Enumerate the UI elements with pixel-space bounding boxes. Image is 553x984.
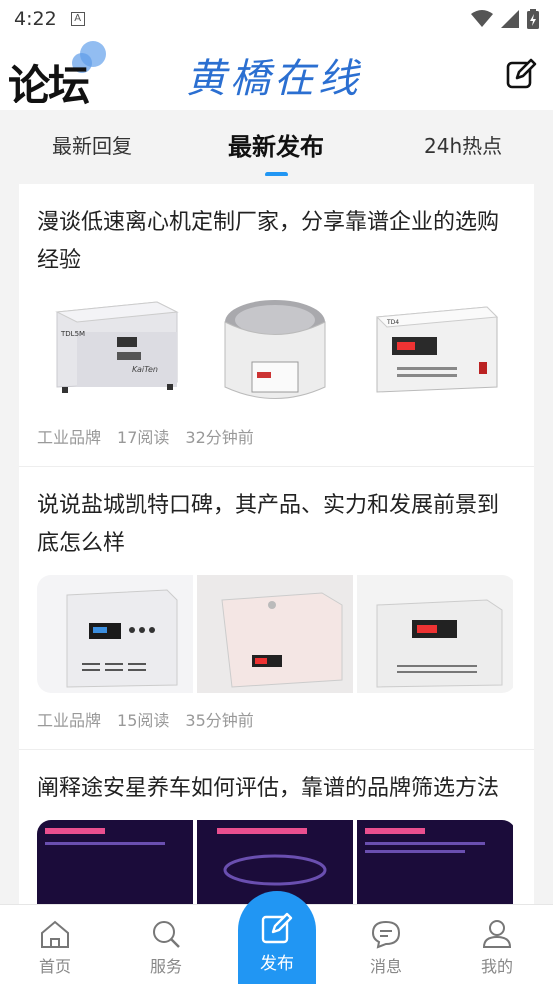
post-meta: 工业品牌 15阅读 35分钟前	[37, 707, 516, 731]
tab-latest-reply[interactable]: 最新回复	[52, 130, 132, 159]
tab-strip: 最新回复 最新发布 24h热点	[0, 110, 553, 176]
post-card[interactable]: 说说盐城凯特口碑，其产品、实力和发展前景到底怎么样 工业品牌 15阅读 35分钟…	[19, 467, 534, 750]
status-time: 4:22	[14, 8, 57, 30]
post-image[interactable]	[357, 820, 513, 904]
post-image[interactable]	[197, 575, 353, 693]
tab-24h-hot[interactable]: 24h热点	[424, 130, 502, 159]
tab-home[interactable]: 首页	[20, 919, 90, 977]
image-label: KaiTen	[132, 365, 158, 374]
post-category[interactable]: 工业品牌	[37, 424, 101, 448]
signal-icon	[501, 10, 519, 28]
image-label: TDL5M	[60, 330, 85, 338]
post-images: TDL5M KaiTen TD4	[37, 292, 516, 410]
post-reads: 15阅读	[117, 711, 170, 730]
post-time: 32分钟前	[185, 428, 254, 447]
search-icon	[153, 921, 180, 948]
tab-latest-post[interactable]: 最新发布	[228, 127, 324, 162]
post-title[interactable]: 漫谈低速离心机定制厂家，分享靠谱企业的选购经验	[37, 204, 516, 280]
compose-icon[interactable]	[505, 58, 537, 90]
chat-icon	[371, 920, 401, 949]
post-title[interactable]: 阐释途安星养车如何评估，靠谱的品牌筛选方法	[37, 770, 516, 808]
post-meta: 工业品牌 17阅读 32分钟前	[37, 424, 516, 448]
tab-profile[interactable]: 我的	[462, 919, 532, 977]
post-image[interactable]	[37, 820, 193, 904]
home-icon	[41, 920, 69, 948]
post-feed[interactable]: 漫谈低速离心机定制厂家，分享靠谱企业的选购经验 TDL5M KaiTen TD4…	[19, 176, 534, 904]
post-images	[37, 575, 516, 693]
app-header: 论坛 黄橋在线	[0, 38, 553, 110]
notification-icon: A	[70, 12, 85, 26]
site-logo: 黄橋在线	[186, 56, 362, 102]
compose-icon	[261, 912, 293, 944]
post-image[interactable]	[197, 292, 353, 410]
publish-label: 发布	[260, 954, 294, 974]
post-time: 35分钟前	[185, 711, 254, 730]
post-image[interactable]: TDL5M KaiTen	[37, 292, 193, 410]
tab-label: 我的	[480, 957, 513, 976]
tab-label: 服务	[149, 957, 182, 976]
image-label: TD4	[386, 319, 399, 326]
tab-label: 首页	[38, 957, 71, 976]
post-title[interactable]: 说说盐城凯特口碑，其产品、实力和发展前景到底怎么样	[37, 487, 516, 563]
page-title: 论坛	[8, 61, 90, 110]
user-icon	[482, 920, 512, 948]
post-image[interactable]	[357, 575, 513, 693]
post-card[interactable]: 漫谈低速离心机定制厂家，分享靠谱企业的选购经验 TDL5M KaiTen TD4…	[19, 184, 534, 467]
tab-label: 消息	[369, 957, 402, 976]
post-image[interactable]: TD4	[357, 292, 513, 410]
publish-button[interactable]: 发布	[238, 891, 316, 984]
post-category[interactable]: 工业品牌	[37, 707, 101, 731]
tab-service[interactable]: 服务	[131, 919, 201, 977]
battery-icon	[527, 9, 539, 29]
status-bar: 4:22 A	[0, 0, 553, 38]
tab-messages[interactable]: 消息	[351, 919, 421, 977]
post-card[interactable]: 阐释途安星养车如何评估，靠谱的品牌筛选方法	[19, 750, 534, 904]
post-image[interactable]	[37, 575, 193, 693]
post-reads: 17阅读	[117, 428, 170, 447]
wifi-icon	[471, 10, 493, 27]
